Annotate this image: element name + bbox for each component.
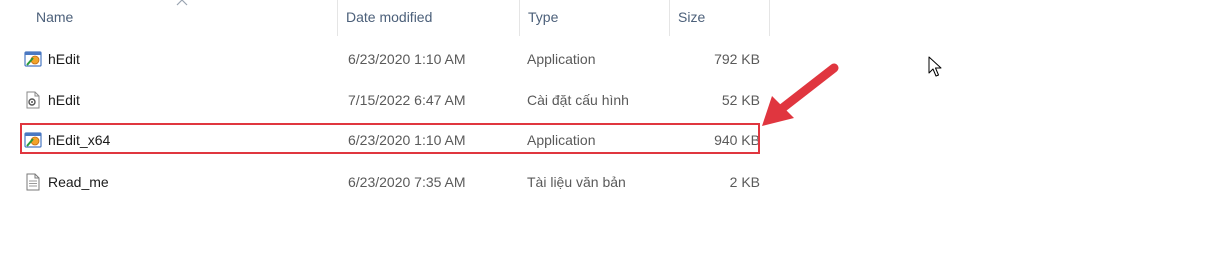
file-name: hEdit bbox=[48, 51, 80, 67]
file-type: Tài liệu văn bản bbox=[527, 174, 626, 190]
file-name: hEdit_x64 bbox=[48, 132, 111, 148]
application-icon bbox=[24, 132, 42, 148]
column-type-header[interactable]: Type bbox=[520, 0, 670, 36]
file-row[interactable]: hEdit_x64 6/23/2020 1:10 AM Application … bbox=[20, 122, 765, 158]
red-arrow-icon bbox=[762, 63, 839, 126]
column-date-header[interactable]: Date modified bbox=[338, 0, 520, 36]
file-size: 792 KB bbox=[714, 51, 760, 67]
file-date: 7/15/2022 6:47 AM bbox=[348, 92, 466, 108]
file-size: 52 KB bbox=[721, 92, 760, 108]
sort-ascending-icon bbox=[176, 0, 188, 6]
file-date: 6/23/2020 1:10 AM bbox=[348, 51, 466, 67]
text-document-icon bbox=[26, 173, 40, 191]
application-icon bbox=[24, 51, 42, 67]
file-row[interactable]: Read_me 6/23/2020 7:35 AM Tài liệu văn b… bbox=[20, 164, 765, 200]
file-size: 940 KB bbox=[714, 132, 760, 148]
mouse-cursor-icon bbox=[928, 56, 942, 77]
file-type: Application bbox=[527, 51, 596, 67]
file-row[interactable]: hEdit 6/23/2020 1:10 AM Application 792 … bbox=[20, 41, 765, 77]
file-name: Read_me bbox=[48, 174, 109, 190]
config-settings-icon bbox=[26, 91, 40, 109]
column-header: Name Date modified Type Size bbox=[0, 0, 770, 36]
column-size-header[interactable]: Size bbox=[670, 0, 770, 36]
file-date: 6/23/2020 7:35 AM bbox=[348, 174, 466, 190]
file-size: 2 KB bbox=[729, 174, 760, 190]
file-row[interactable]: hEdit 7/15/2022 6:47 AM Cài đặt cấu hình… bbox=[20, 82, 765, 118]
file-type: Cài đặt cấu hình bbox=[527, 92, 629, 108]
file-name: hEdit bbox=[48, 92, 80, 108]
file-date: 6/23/2020 1:10 AM bbox=[348, 132, 466, 148]
file-type: Application bbox=[527, 132, 596, 148]
